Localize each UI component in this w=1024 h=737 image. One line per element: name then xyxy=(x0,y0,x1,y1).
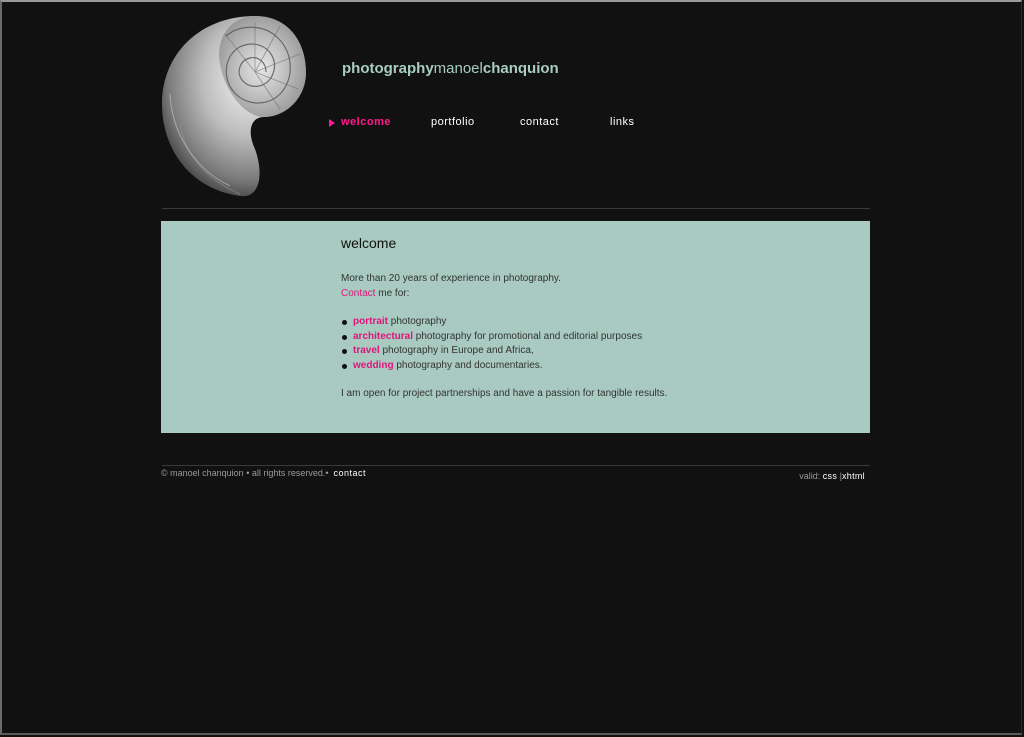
list-item-text: photography and documentaries. xyxy=(393,359,543,371)
list-item-text: photography in Europe and Africa, xyxy=(379,345,534,356)
footer-divider xyxy=(162,465,870,466)
site-logo[interactable]: photographymanoelchanquion xyxy=(342,60,559,77)
valid-label: valid: xyxy=(799,471,821,481)
content-panel: welcome More than 20 years of experience… xyxy=(161,221,870,433)
list-item: architectural photography for promotiona… xyxy=(341,330,841,345)
xhtml-link[interactable]: xhtml xyxy=(842,471,865,481)
page-title: welcome xyxy=(341,235,397,251)
contact-link[interactable]: Contact xyxy=(341,288,375,299)
nav-item-welcome[interactable]: welcome xyxy=(341,116,391,128)
copyright-text: © manoel chanquion • all rights reserved… xyxy=(161,468,329,478)
contact-line: Contact me for: xyxy=(341,287,841,302)
logo-part-manoel: manoel xyxy=(433,60,483,77)
browser-viewport: photographymanoelchanquion welcome portf… xyxy=(0,0,1022,735)
list-item: portrait photography xyxy=(341,315,841,330)
architectural-link[interactable]: architectural xyxy=(353,331,413,342)
footer-right: valid: css |xhtml xyxy=(799,471,865,481)
services-list: portrait photography architectural photo… xyxy=(341,315,841,373)
wedding-link[interactable]: wedding xyxy=(353,360,394,371)
content-text: More than 20 years of experience in phot… xyxy=(341,272,841,402)
nav-item-portfolio[interactable]: portfolio xyxy=(431,116,475,128)
list-item: wedding photography and documentaries. xyxy=(341,359,841,374)
active-nav-arrow-icon xyxy=(329,119,335,127)
intro-line: More than 20 years of experience in phot… xyxy=(341,273,561,284)
closing-line: I am open for project partnerships and h… xyxy=(341,388,668,399)
footer-contact-link[interactable]: contact xyxy=(334,468,367,478)
list-item-text: photography xyxy=(388,316,447,327)
nav-item-contact[interactable]: contact xyxy=(520,116,559,128)
nautilus-shell-icon xyxy=(162,16,306,197)
contact-suffix: me for: xyxy=(375,287,410,299)
nav-item-links[interactable]: links xyxy=(610,116,635,128)
list-item: travel photography in Europe and Africa, xyxy=(341,344,841,359)
footer-left: © manoel chanquion • all rights reserved… xyxy=(161,468,366,478)
header-divider xyxy=(162,208,870,209)
portrait-link[interactable]: portrait xyxy=(353,316,388,327)
css-link[interactable]: css xyxy=(823,471,837,481)
logo-part-chanquion: chanquion xyxy=(482,60,559,77)
list-item-text: photography for promotional and editoria… xyxy=(413,330,643,342)
travel-link[interactable]: travel xyxy=(353,345,380,356)
logo-part-photography: photography xyxy=(342,60,434,77)
